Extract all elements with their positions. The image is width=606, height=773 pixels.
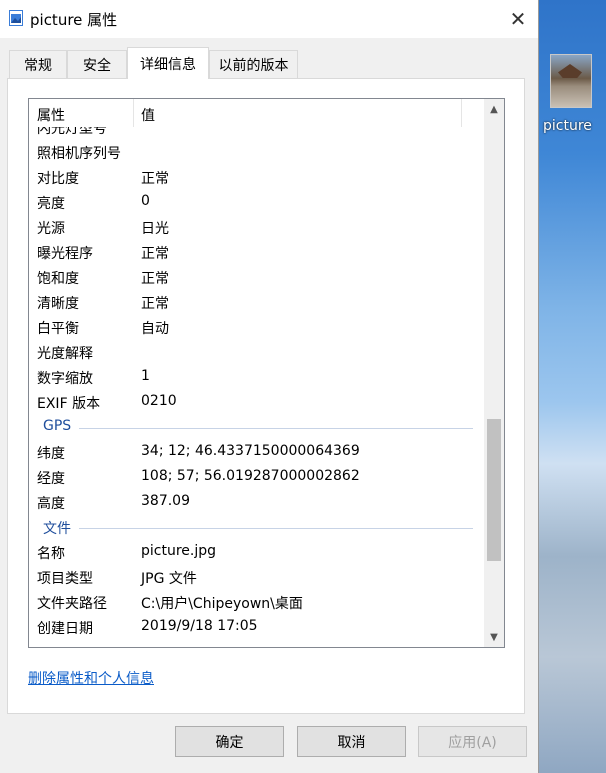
property-name: 曝光程序 [37, 246, 93, 262]
group-divider-line [79, 428, 473, 429]
property-row[interactable]: 光源 日光 [29, 215, 483, 240]
property-row[interactable]: 创建日期 2019/9/18 17:05 [29, 615, 483, 640]
property-row[interactable]: 白平衡 自动 [29, 315, 483, 340]
property-name: EXIF 版本 [37, 396, 101, 412]
apply-button[interactable]: 应用(A) [418, 726, 527, 757]
property-name: 光源 [37, 221, 65, 237]
property-name: 闪光灯型号 [37, 127, 107, 137]
property-name: 文件夹路径 [37, 596, 107, 612]
ok-button[interactable]: 确定 [175, 726, 284, 757]
group-header[interactable]: 文件 [29, 515, 483, 540]
property-row[interactable]: EXIF 版本 0210 [29, 390, 483, 415]
property-row[interactable]: 对比度 正常 [29, 165, 483, 190]
group-header[interactable]: GPS [29, 415, 483, 440]
property-value: 34; 12; 46.4337150000064369 [141, 443, 360, 459]
property-value: 正常 [141, 246, 169, 262]
property-row[interactable]: 亮度 0 [29, 190, 483, 215]
tab-label: 常规 [24, 57, 52, 74]
scroll-up-arrow-icon[interactable]: ▲ [484, 99, 504, 119]
tab-label: 以前的版本 [218, 57, 289, 74]
property-row[interactable]: 光度解释 [29, 340, 483, 365]
property-value: picture.jpg [141, 543, 217, 559]
property-name: 创建日期 [37, 621, 93, 637]
property-value: 自动 [141, 321, 169, 337]
tab-label: 安全 [83, 57, 111, 74]
column-header-value[interactable]: 值 [141, 105, 155, 125]
tab-security[interactable]: 安全 [67, 50, 127, 78]
image-file-icon [9, 10, 23, 26]
property-value: 正常 [141, 171, 169, 187]
property-name: 经度 [37, 471, 65, 487]
property-name: 白平衡 [37, 321, 79, 337]
property-value: 1 [141, 368, 150, 384]
property-name: 照相机序列号 [37, 146, 121, 162]
tab-previous-versions[interactable]: 以前的版本 [209, 50, 298, 78]
title-bar: picture 属性 ✕ [0, 0, 538, 38]
group-header-label: GPS [43, 418, 72, 434]
property-row[interactable]: 经度 108; 57; 56.019287000002862 [29, 465, 483, 490]
property-value: 正常 [141, 271, 169, 287]
property-value: 0 [141, 193, 150, 209]
property-name: 对比度 [37, 171, 79, 187]
property-name: 名称 [37, 546, 65, 562]
picture-file-icon[interactable] [548, 52, 596, 108]
properties-list[interactable]: 属性 值 闪光灯型号 照相机序列号 对比度 正常 亮度 0 光源 日光 曝光程序 正常 饱和度 正常清… [28, 98, 505, 648]
desktop-background [538, 0, 606, 773]
close-button[interactable]: ✕ [498, 0, 538, 38]
column-divider[interactable] [461, 99, 462, 127]
property-row[interactable]: 清晰度 正常 [29, 290, 483, 315]
picture-thumbnail [550, 54, 592, 108]
property-value: 日光 [141, 221, 169, 237]
property-row[interactable]: 纬度 34; 12; 46.4337150000064369 [29, 440, 483, 465]
property-name: 清晰度 [37, 296, 79, 312]
close-icon: ✕ [509, 7, 527, 31]
list-rows: 闪光灯型号 照相机序列号 对比度 正常 亮度 0 光源 日光 曝光程序 正常 饱和度 正常 清晰度 正常白… [29, 127, 483, 647]
list-header: 属性 值 [29, 99, 483, 127]
property-name: 纬度 [37, 446, 65, 462]
tab-label: 详细信息 [140, 56, 196, 73]
property-value: JPG 文件 [141, 571, 197, 587]
property-name: 饱和度 [37, 271, 79, 287]
tab-general[interactable]: 常规 [9, 50, 67, 78]
property-row[interactable]: 高度 387.09 [29, 490, 483, 515]
remove-properties-link[interactable]: 删除属性和个人信息 [28, 668, 154, 688]
vertical-scrollbar[interactable]: ▲ ▼ [484, 99, 504, 647]
property-name: 亮度 [37, 196, 65, 212]
property-row[interactable]: 闪光灯型号 [29, 127, 483, 140]
property-row[interactable]: 数字缩放 1 [29, 365, 483, 390]
property-row[interactable]: 照相机序列号 [29, 140, 483, 165]
desktop-icon-label[interactable]: picture [543, 118, 592, 134]
property-row[interactable]: 饱和度 正常 [29, 265, 483, 290]
property-value: 0210 [141, 393, 177, 409]
window-title: picture 属性 [30, 11, 118, 29]
property-value: 108; 57; 56.019287000002862 [141, 468, 360, 484]
scroll-thumb[interactable] [487, 419, 501, 561]
property-value: 2019/9/18 17:05 [141, 618, 258, 634]
group-header-label: 文件 [43, 521, 71, 537]
tab-details[interactable]: 详细信息 [127, 47, 209, 79]
property-name: 数字缩放 [37, 371, 93, 387]
cancel-button[interactable]: 取消 [297, 726, 406, 757]
scroll-down-arrow-icon[interactable]: ▼ [484, 627, 504, 647]
property-row[interactable]: 文件夹路径 C:\用户\Chipeyown\桌面 [29, 590, 483, 615]
property-value: C:\用户\Chipeyown\桌面 [141, 596, 303, 612]
property-row[interactable]: 名称 picture.jpg [29, 540, 483, 565]
column-header-property[interactable]: 属性 [37, 105, 65, 125]
property-name: 高度 [37, 496, 65, 512]
group-divider-line [79, 528, 473, 529]
properties-dialog: picture 属性 ✕ 常规 安全 详细信息 以前的版本 属性 值 闪光灯型号… [0, 0, 539, 773]
property-name: 光度解释 [37, 346, 93, 362]
property-value: 387.09 [141, 493, 190, 509]
property-name: 项目类型 [37, 571, 93, 587]
property-value: 正常 [141, 296, 169, 312]
property-row[interactable]: 曝光程序 正常 [29, 240, 483, 265]
property-row[interactable]: 项目类型 JPG 文件 [29, 565, 483, 590]
column-divider[interactable] [133, 99, 134, 127]
